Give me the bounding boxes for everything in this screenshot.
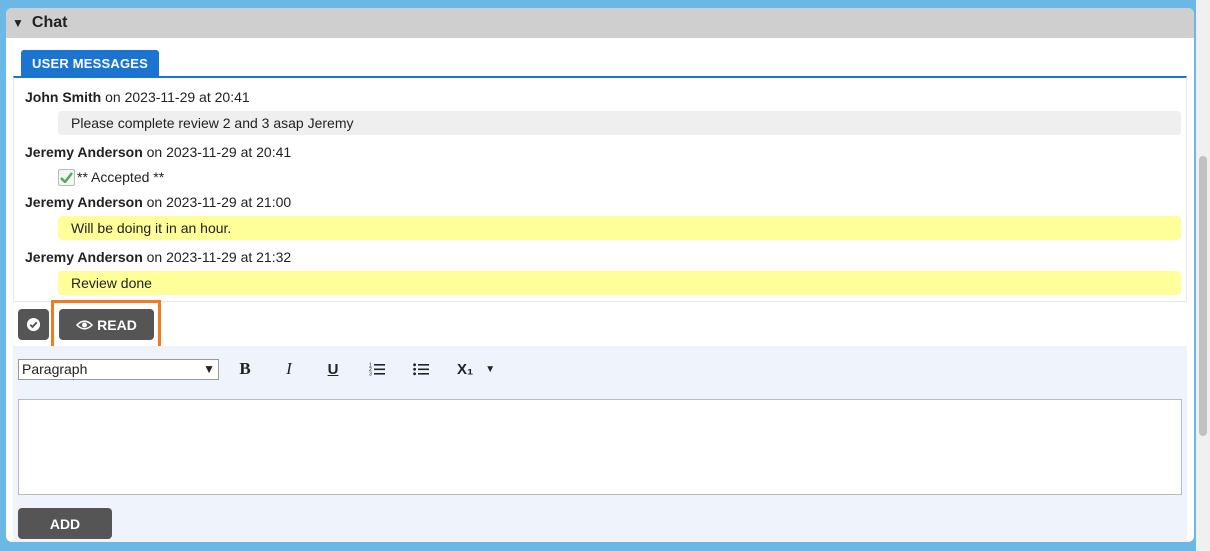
format-select-value: Paragraph [22, 361, 88, 377]
message-meta: on 2023-11-29 at 21:00 [142, 194, 292, 210]
message-item: Jeremy Anderson on 2023-11-29 at 21:00 W… [25, 192, 1181, 240]
message-author: Jeremy Anderson [25, 144, 143, 160]
message-item: John Smith on 2023-11-29 at 20:41 Please… [25, 87, 1181, 135]
message-meta: on 2023-11-29 at 21:32 [142, 249, 292, 265]
ordered-list-icon: 1 2 3 [369, 363, 385, 377]
add-button[interactable]: ADD [18, 508, 112, 539]
tab-user-messages[interactable]: USER MESSAGES [21, 50, 160, 76]
caret-down-icon: ▼ [203, 362, 215, 376]
subscript-label: X₁ [457, 360, 474, 378]
message-text: Review done [58, 271, 1181, 295]
svg-text:3: 3 [369, 372, 372, 377]
message-text: ** Accepted ** [77, 169, 165, 185]
panel-title: Chat [31, 14, 68, 31]
subscript-button[interactable]: X₁ ▼ [443, 358, 499, 380]
bullet-list-button[interactable] [399, 358, 443, 380]
message-text: Please complete review 2 and 3 asap Jere… [58, 111, 1181, 135]
format-select[interactable]: Paragraph ▼ [18, 358, 219, 380]
read-button[interactable]: READ [59, 309, 154, 340]
tab-row: USER MESSAGES [6, 38, 1194, 76]
message-editor[interactable] [18, 399, 1182, 495]
check-icon [58, 168, 75, 186]
chat-panel-header[interactable]: ▼ Chat [6, 8, 1194, 38]
scrollbar-thumb[interactable] [1199, 156, 1207, 436]
caret-down-icon[interactable]: ▼ [485, 364, 495, 375]
check-circle-icon [26, 317, 41, 332]
message-item: Jeremy Anderson on 2023-11-29 at 21:32 R… [25, 247, 1181, 295]
page-scrollbar[interactable] [1196, 0, 1210, 551]
mark-check-button[interactable] [18, 309, 49, 340]
message-item: Jeremy Anderson on 2023-11-29 at 20:41 *… [25, 142, 1181, 188]
message-author: Jeremy Anderson [25, 249, 143, 265]
accepted-row: ** Accepted ** [58, 166, 1181, 188]
triangle-down-icon[interactable]: ▼ [12, 16, 24, 30]
bold-button[interactable]: B [223, 358, 267, 380]
read-label: READ [97, 316, 137, 333]
eye-icon [76, 319, 94, 330]
underline-button[interactable]: U [311, 358, 355, 380]
messages-list: John Smith on 2023-11-29 at 20:41 Please… [13, 76, 1187, 302]
message-author: John Smith [25, 89, 102, 105]
bullet-list-icon [413, 363, 429, 376]
message-author: Jeremy Anderson [25, 194, 143, 210]
message-header: Jeremy Anderson on 2023-11-29 at 21:00 [25, 192, 1181, 212]
chat-panel: ▼ Chat USER MESSAGES John Smith on 2023-… [6, 8, 1194, 542]
italic-button[interactable]: I [267, 358, 311, 380]
message-header: John Smith on 2023-11-29 at 20:41 [25, 87, 1181, 107]
message-header: Jeremy Anderson on 2023-11-29 at 21:32 [25, 247, 1181, 267]
message-meta: on 2023-11-29 at 20:41 [142, 144, 292, 160]
editor-toolbar: Paragraph ▼ B I U 1 2 3 X₁ ▼ [18, 358, 499, 380]
window-frame: ▼ Chat USER MESSAGES John Smith on 2023-… [0, 0, 1210, 551]
ordered-list-button[interactable]: 1 2 3 [355, 358, 399, 380]
editor-area: Paragraph ▼ B I U 1 2 3 X₁ ▼ ADD [13, 346, 1187, 542]
message-text: Will be doing it in an hour. [58, 216, 1181, 240]
message-header: Jeremy Anderson on 2023-11-29 at 20:41 [25, 142, 1181, 162]
message-meta: on 2023-11-29 at 20:41 [101, 89, 250, 105]
